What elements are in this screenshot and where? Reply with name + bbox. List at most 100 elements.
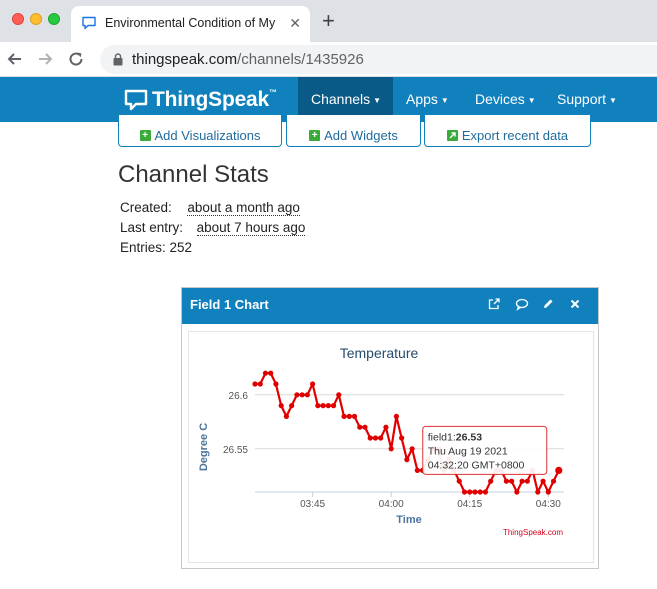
data-point	[289, 403, 295, 409]
tooltip-value: 26.53	[456, 431, 482, 443]
last-entry-value: about 7 hours ago	[196, 220, 306, 236]
data-point	[477, 489, 483, 495]
data-point	[414, 467, 420, 473]
stat-entries: Entries: 252	[120, 240, 193, 255]
x-tick-label: 04:00	[379, 499, 404, 510]
add-widgets-button[interactable]: + Add Widgets	[286, 115, 421, 147]
export-recent-data-button[interactable]: Export recent data	[424, 115, 591, 147]
data-point	[514, 489, 520, 495]
data-point	[304, 392, 310, 398]
x-tick-label: 03:45	[300, 499, 325, 510]
data-point	[456, 478, 462, 484]
tooltip-field-line: field1:26.53	[428, 431, 482, 443]
data-point	[367, 435, 373, 441]
created-value: about a month ago	[187, 200, 300, 216]
data-point	[257, 381, 263, 387]
data-point	[409, 446, 415, 452]
data-point	[262, 370, 269, 376]
channel-stats-heading: Channel Stats	[118, 161, 269, 188]
data-point	[283, 413, 290, 419]
data-point	[467, 489, 473, 495]
open-external-icon[interactable]	[487, 297, 501, 311]
data-point	[351, 413, 358, 419]
tab-close-icon[interactable]: ✕	[289, 14, 301, 32]
browser-toolbar: thingspeak.com/channels/1435926	[0, 42, 657, 77]
chevron-down-icon: ▼	[527, 96, 536, 105]
window-minimize-button[interactable]	[30, 13, 42, 25]
add-visualizations-label: Add Visualizations	[154, 128, 261, 143]
chevron-down-icon: ▼	[440, 96, 449, 105]
widget-header: Field 1 Chart	[182, 288, 598, 324]
thingspeak-logo[interactable]: ThingSpeak ™	[124, 86, 277, 114]
data-point	[555, 466, 563, 474]
stat-created: Created: about a month ago	[120, 200, 300, 216]
data-point	[509, 478, 515, 484]
data-point	[482, 489, 489, 495]
comment-icon[interactable]	[515, 297, 529, 311]
chart-credit-link[interactable]: ThingSpeak.com	[503, 528, 563, 537]
back-arrow-icon[interactable]	[4, 48, 26, 70]
browser-tabstrip: Environmental Condition of My ✕ +	[0, 0, 657, 42]
data-point	[294, 392, 300, 398]
chart-y-axis-label: Degree C	[198, 423, 210, 471]
data-point	[550, 478, 557, 484]
menu-devices-label: Devices	[475, 91, 525, 107]
address-bar[interactable]: thingspeak.com/channels/1435926	[100, 45, 657, 74]
data-point	[535, 489, 541, 495]
data-point	[330, 403, 337, 409]
chart-x-axis-label: Time	[396, 514, 421, 526]
data-point	[346, 413, 352, 419]
chevron-down-icon: ▼	[373, 96, 382, 105]
data-point	[325, 403, 331, 409]
tooltip-date: Thu Aug 19 2021	[428, 445, 508, 457]
menu-apps-label: Apps	[406, 91, 438, 107]
new-tab-button[interactable]: +	[322, 9, 335, 33]
data-point	[545, 489, 551, 495]
plus-square-icon: +	[139, 130, 151, 141]
tab-title: Environmental Condition of My	[105, 16, 276, 30]
widget-title: Field 1 Chart	[190, 297, 269, 312]
data-point	[268, 370, 274, 376]
pencil-icon[interactable]	[541, 297, 555, 311]
data-point	[378, 435, 384, 441]
lock-icon	[113, 53, 123, 66]
data-point	[320, 403, 326, 409]
window-close-button[interactable]	[12, 13, 24, 25]
data-point	[524, 478, 530, 484]
data-point	[519, 478, 525, 484]
data-point	[315, 403, 321, 409]
x-tick-label: 04:15	[457, 499, 482, 510]
reload-icon[interactable]	[65, 48, 87, 70]
data-point	[461, 489, 468, 495]
chart-frame: Temperature Degree C Time ThingSpeak.com…	[188, 331, 594, 563]
data-point	[362, 424, 368, 430]
url-path: /channels/1435926	[237, 51, 364, 68]
data-point	[393, 413, 400, 419]
data-point	[399, 435, 405, 441]
data-point	[336, 392, 342, 398]
y-tick-label: 26.6	[229, 391, 249, 402]
data-point	[341, 413, 347, 419]
tooltip-field-label: field1:	[428, 431, 456, 443]
external-arrow-icon	[446, 130, 458, 141]
plus-square-icon: +	[309, 130, 321, 141]
url-host: thingspeak.com	[132, 51, 238, 68]
data-point	[252, 381, 258, 387]
logo-trademark: ™	[269, 88, 278, 97]
data-point	[278, 403, 284, 409]
browser-tab-active[interactable]: Environmental Condition of My ✕	[71, 6, 310, 42]
window-zoom-button[interactable]	[48, 13, 60, 25]
close-icon[interactable]	[568, 297, 582, 311]
forward-arrow-icon[interactable]	[34, 48, 56, 70]
chevron-down-icon: ▼	[609, 96, 617, 105]
data-point	[383, 424, 389, 430]
last-entry-label: Last entry:	[120, 220, 184, 235]
url-text: thingspeak.com/channels/1435926	[132, 51, 364, 68]
data-point	[310, 381, 316, 387]
data-point	[388, 446, 394, 452]
add-visualizations-button[interactable]: + Add Visualizations	[118, 115, 282, 147]
data-point	[472, 489, 478, 495]
export-recent-data-label: Export recent data	[461, 128, 569, 143]
chart-tooltip: field1:26.53 Thu Aug 19 2021 04:32:20 GMT+…	[422, 425, 548, 475]
data-point	[488, 478, 494, 484]
